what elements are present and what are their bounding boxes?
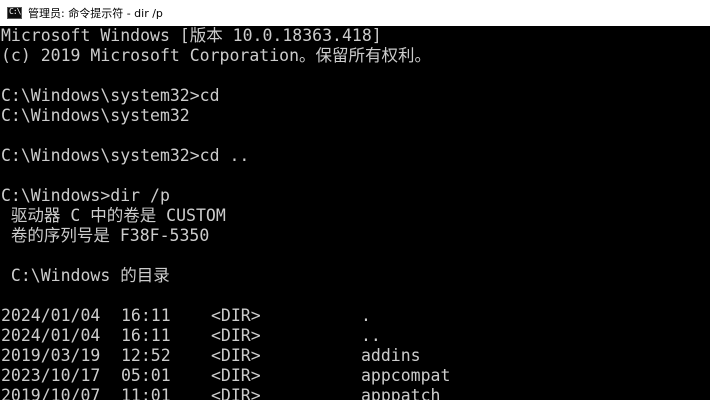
console-output[interactable]: Microsoft Windows [版本 10.0.18363.418] (c…: [0, 26, 710, 400]
title-bar[interactable]: C:\ 管理员: 命令提示符 - dir /p: [0, 0, 710, 26]
entry-type: <DIR>: [211, 306, 261, 325]
cmd-console-icon[interactable]: C:\: [7, 7, 22, 19]
entry-type: <DIR>: [211, 386, 261, 400]
console-line: C:\Windows\system32>cd ..: [1, 146, 250, 165]
entry-date: 2024/01/04: [1, 326, 101, 345]
entry-time: 16:11: [121, 326, 171, 345]
entry-date: 2023/10/17: [1, 366, 101, 385]
entry-name: apppatch: [361, 386, 441, 400]
console-line: Microsoft Windows [版本 10.0.18363.418]: [1, 26, 382, 45]
dir-listing-row: 2023/10/17 05:01 <DIR> appcompat: [0, 366, 710, 386]
console-line: C:\Windows\system32>cd: [1, 86, 220, 105]
entry-type: <DIR>: [211, 366, 261, 385]
entry-date: 2019/03/19: [1, 346, 101, 365]
entry-time: 11:01: [121, 386, 171, 400]
dir-listing-row: 2024/01/04 16:11 <DIR> .: [0, 306, 710, 326]
console-line: C:\Windows>dir /p: [1, 186, 170, 205]
entry-time: 12:52: [121, 346, 171, 365]
entry-name: ..: [361, 326, 381, 345]
dir-listing-row: 2019/10/07 11:01 <DIR> apppatch: [0, 386, 710, 400]
icon-glyph: C:\: [9, 7, 21, 16]
entry-time: 05:01: [121, 366, 171, 385]
cmd-window: C:\ 管理员: 命令提示符 - dir /p Microsoft Window…: [0, 0, 710, 400]
entry-name: addins: [361, 346, 421, 365]
console-line: C:\Windows 的目录: [1, 266, 170, 285]
console-line: (c) 2019 Microsoft Corporation。保留所有权利。: [1, 46, 432, 65]
entry-name: appcompat: [361, 366, 451, 385]
console-line: C:\Windows\system32: [1, 106, 190, 125]
entry-time: 16:11: [121, 306, 171, 325]
entry-type: <DIR>: [211, 346, 261, 365]
entry-name: .: [361, 306, 371, 325]
dir-listing-row: 2019/03/19 12:52 <DIR> addins: [0, 346, 710, 366]
entry-date: 2019/10/07: [1, 386, 101, 400]
console-line: 驱动器 C 中的卷是 CUSTOM: [1, 206, 226, 225]
entry-date: 2024/01/04: [1, 306, 101, 325]
entry-type: <DIR>: [211, 326, 261, 345]
console-line: 卷的序列号是 F38F-5350: [1, 226, 210, 245]
window-title: 管理员: 命令提示符 - dir /p: [28, 7, 163, 20]
dir-listing-row: 2024/01/04 16:11 <DIR> ..: [0, 326, 710, 346]
